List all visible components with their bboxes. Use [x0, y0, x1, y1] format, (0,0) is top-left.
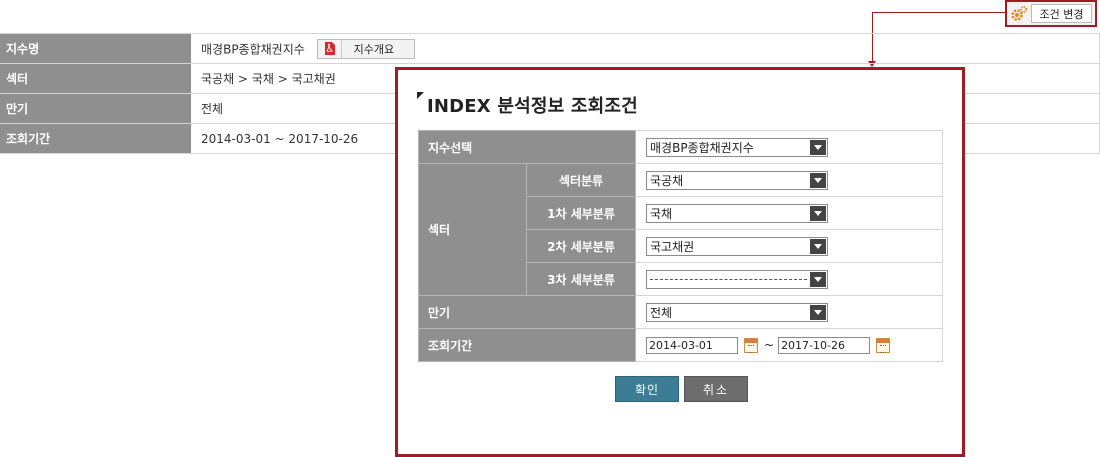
table-row: 섹터 섹터분류 국공채 — [418, 163, 943, 296]
chevron-down-icon — [810, 271, 826, 287]
chevron-down-icon — [810, 304, 826, 320]
sub-class-3-dropdown[interactable] — [646, 269, 828, 289]
popup-title: INDEX 분석정보 조회조건 — [417, 92, 638, 118]
table-row: 만기 전체 — [418, 295, 943, 329]
index-overview-button[interactable]: 지수개요 — [316, 38, 416, 59]
maturity-label: 만기 — [0, 93, 191, 124]
cancel-button[interactable]: 취소 — [684, 376, 748, 402]
index-overview-label: 지수개요 — [353, 42, 395, 56]
table-row: 조회기간 2014-03-01 ~ 2017-10-26 — [418, 328, 943, 362]
sector-group-label: 섹터 — [418, 163, 527, 296]
index-name-label: 지수명 — [0, 33, 191, 64]
sector-label: 섹터 — [0, 63, 191, 94]
empty-option-placeholder — [650, 278, 807, 280]
search-condition-popup: INDEX 분석정보 조회조건 지수선택 매경BP종합채권지수 섹터 섹터분류 … — [395, 67, 965, 457]
chevron-down-icon — [810, 205, 826, 221]
period-range: 2014-03-01 ~ 2017-10-26 — [646, 336, 942, 354]
sub-class-3-label: 3차 세부분류 — [526, 262, 636, 296]
index-select-label: 지수선택 — [418, 130, 636, 164]
period-label: 조회기간 — [418, 328, 636, 362]
end-date-input[interactable]: 2017-10-26 — [778, 336, 871, 354]
chevron-down-icon — [810, 172, 826, 188]
pdf-icon — [318, 39, 342, 58]
gear-icon — [1007, 2, 1031, 25]
change-condition-button[interactable]: 조건 변경 — [1005, 0, 1097, 27]
change-condition-label: 조건 변경 — [1031, 4, 1092, 23]
index-name-text: 매경BP종합채권지수 — [201, 42, 305, 56]
maturity-dropdown[interactable]: 전체 — [646, 302, 828, 322]
maturity-label: 만기 — [418, 295, 636, 329]
calendar-icon[interactable] — [876, 337, 891, 353]
table-row: 지수선택 매경BP종합채권지수 — [418, 130, 943, 164]
period-label: 조회기간 — [0, 123, 191, 154]
index-name-value: 매경BP종합채권지수 지수개요 — [191, 33, 1100, 64]
sub-class-2-dropdown[interactable]: 국고채권 — [646, 236, 828, 256]
date-separator: ~ — [764, 338, 775, 352]
sub-class-2-label: 2차 세부분류 — [526, 229, 636, 263]
confirm-button[interactable]: 확인 — [615, 376, 679, 402]
chevron-down-icon — [810, 139, 826, 155]
chevron-down-icon — [810, 238, 826, 254]
title-corner-icon — [417, 92, 424, 99]
popup-title-text: INDEX 분석정보 조회조건 — [427, 96, 638, 117]
sector-class-label: 섹터분류 — [526, 163, 636, 197]
connector-line — [872, 12, 1005, 13]
start-date-input[interactable]: 2014-03-01 — [646, 336, 738, 354]
sector-class-dropdown[interactable]: 국공채 — [646, 170, 828, 190]
table-row: 지수명 매경BP종합채권지수 지수개요 — [0, 33, 1100, 64]
sub-class-1-label: 1차 세부분류 — [526, 196, 636, 230]
sub-class-1-dropdown[interactable]: 국채 — [646, 203, 828, 223]
calendar-icon[interactable] — [744, 337, 758, 353]
index-select-dropdown[interactable]: 매경BP종합채권지수 — [646, 137, 828, 157]
condition-table: 지수선택 매경BP종합채권지수 섹터 섹터분류 국공채 1차 세부분류 국채 2… — [418, 130, 943, 362]
